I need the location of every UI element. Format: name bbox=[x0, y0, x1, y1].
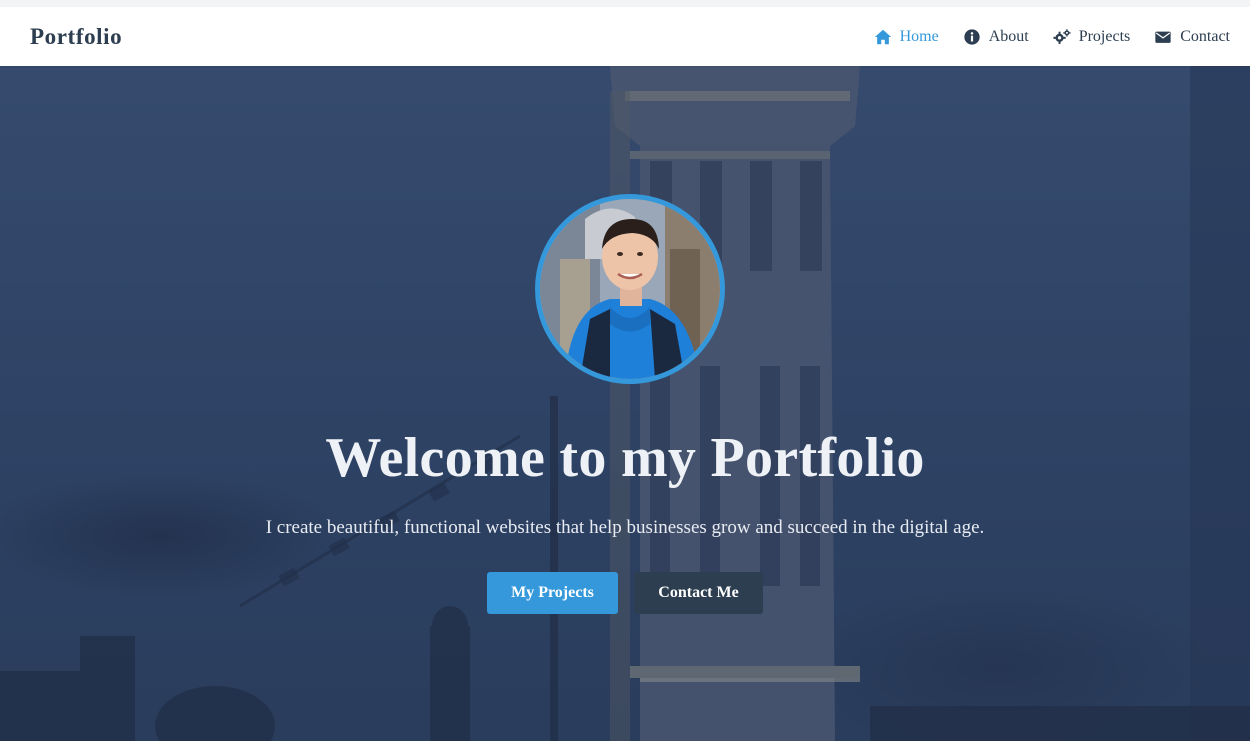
home-icon bbox=[874, 29, 891, 44]
hero-buttons: My Projects Contact Me bbox=[0, 572, 1250, 614]
info-circle-icon bbox=[964, 28, 980, 45]
my-projects-button[interactable]: My Projects bbox=[487, 572, 618, 614]
hero-overlay bbox=[0, 66, 1250, 741]
top-strip bbox=[0, 0, 1250, 7]
nav-item-label: Projects bbox=[1078, 27, 1131, 45]
profile-photo bbox=[540, 199, 720, 379]
nav-item-home[interactable]: Home bbox=[874, 28, 939, 46]
nav-item-about[interactable]: About bbox=[963, 28, 1029, 46]
nav-item-label: Home bbox=[899, 27, 939, 45]
nav-item-label: Contact bbox=[1180, 27, 1230, 45]
hero-title: Welcome to my Portfolio bbox=[325, 427, 925, 489]
hero-section: Welcome to my Portfolio I create beautif… bbox=[0, 66, 1250, 741]
nav-item-label: About bbox=[988, 27, 1029, 45]
hero-subtitle: I create beautiful, functional websites … bbox=[265, 517, 985, 538]
nav-links: Home About Projects Contact bbox=[874, 28, 1230, 46]
nav-item-projects[interactable]: Projects bbox=[1053, 27, 1131, 46]
envelope-icon bbox=[1155, 31, 1171, 43]
cogs-icon bbox=[1053, 28, 1071, 44]
contact-me-button[interactable]: Contact Me bbox=[634, 572, 763, 614]
nav-item-contact[interactable]: Contact bbox=[1154, 28, 1230, 46]
avatar bbox=[535, 194, 725, 384]
navbar: Portfolio Home About Projects Contact bbox=[0, 7, 1250, 66]
brand-logo[interactable]: Portfolio bbox=[30, 24, 122, 50]
